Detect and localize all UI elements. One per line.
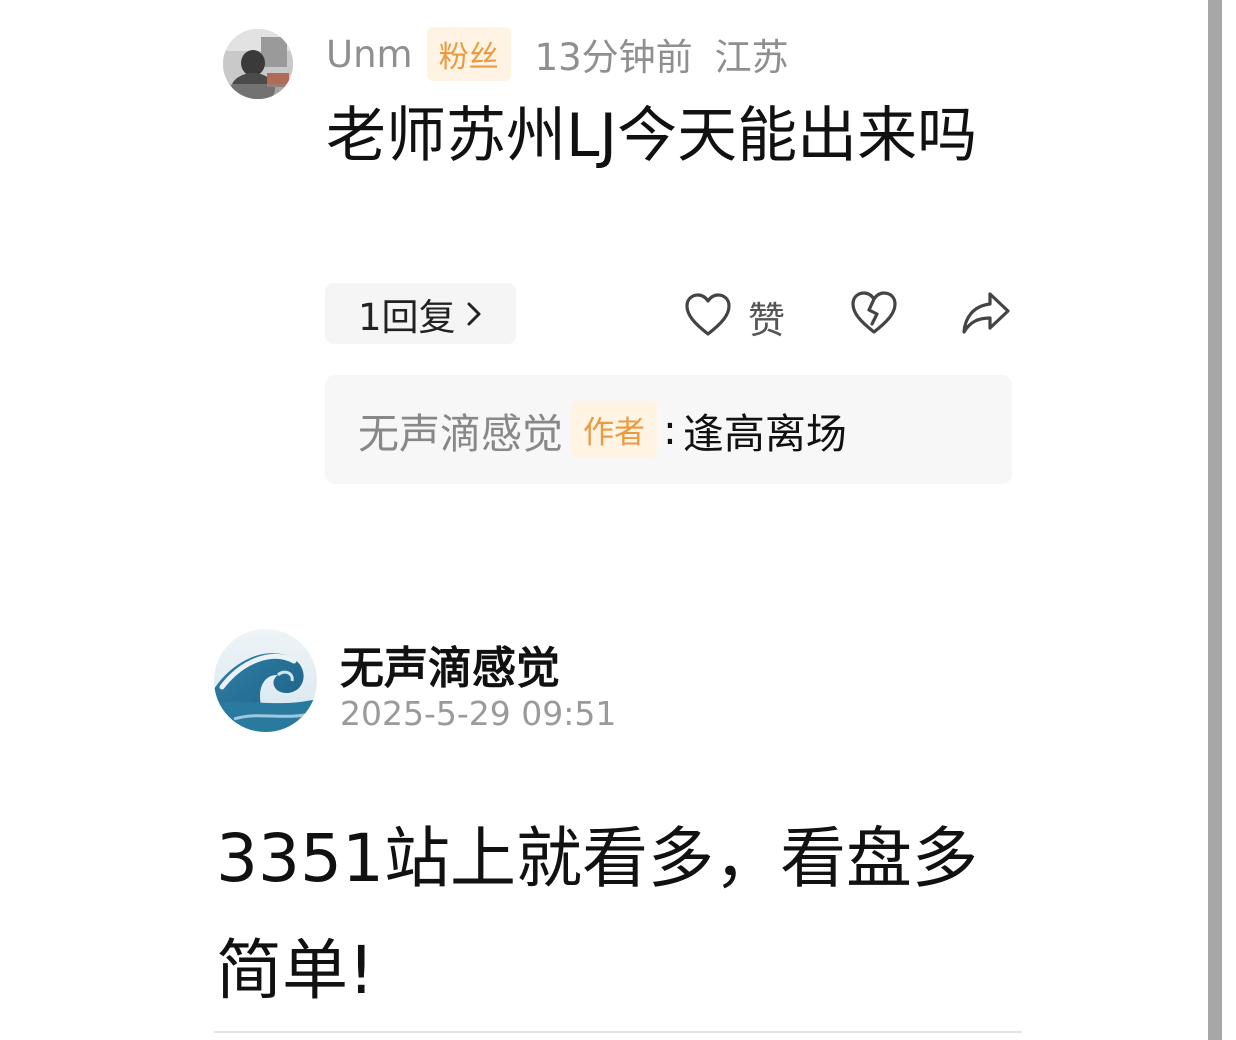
author-reply-name[interactable]: 无声滴感觉 [358, 400, 563, 460]
post-date: 2025-5-29 09:51 [340, 694, 617, 733]
author-reply-preview[interactable]: 无声滴感觉 作者 : 逢高离场 [325, 375, 1012, 484]
commenter-name[interactable]: Unm [326, 33, 413, 76]
chevron-right-icon [466, 300, 482, 328]
post-author-avatar[interactable] [214, 629, 317, 732]
fan-badge: 粉丝 [426, 27, 511, 81]
share-button[interactable] [960, 290, 1012, 340]
comment-meta: Unm 粉丝 13分钟前 江苏 [326, 26, 789, 82]
comment-location: 江苏 [714, 36, 789, 79]
like-label: 赞 [748, 299, 785, 342]
heart-outline-icon [684, 292, 732, 342]
comment-text: 老师苏州LJ今天能出来吗 [326, 101, 978, 171]
author-reply-separator: : [663, 405, 677, 454]
commenter-avatar[interactable] [223, 29, 293, 99]
like-button[interactable]: 赞 [684, 290, 785, 344]
author-reply-text: 逢高离场 [682, 409, 847, 458]
reply-count-label: 1回复 [358, 295, 456, 339]
author-badge: 作者 [571, 401, 657, 458]
scrollbar[interactable] [1208, 0, 1222, 1040]
comment-item: Unm 粉丝 13分钟前 江苏 老师苏州LJ今天能出来吗 1回复 赞 无声滴感觉… [0, 0, 1200, 500]
comment-time: 13分钟前 [534, 36, 693, 79]
post-text: 3351站上就看多，看盘多简单! [216, 820, 978, 1009]
share-arrow-icon [960, 290, 1012, 340]
view-replies-button[interactable]: 1回复 [325, 283, 516, 344]
dislike-button[interactable] [850, 290, 898, 340]
divider [214, 1031, 1022, 1033]
broken-heart-icon [850, 290, 898, 340]
post-author-name[interactable]: 无声滴感觉 [340, 632, 560, 696]
